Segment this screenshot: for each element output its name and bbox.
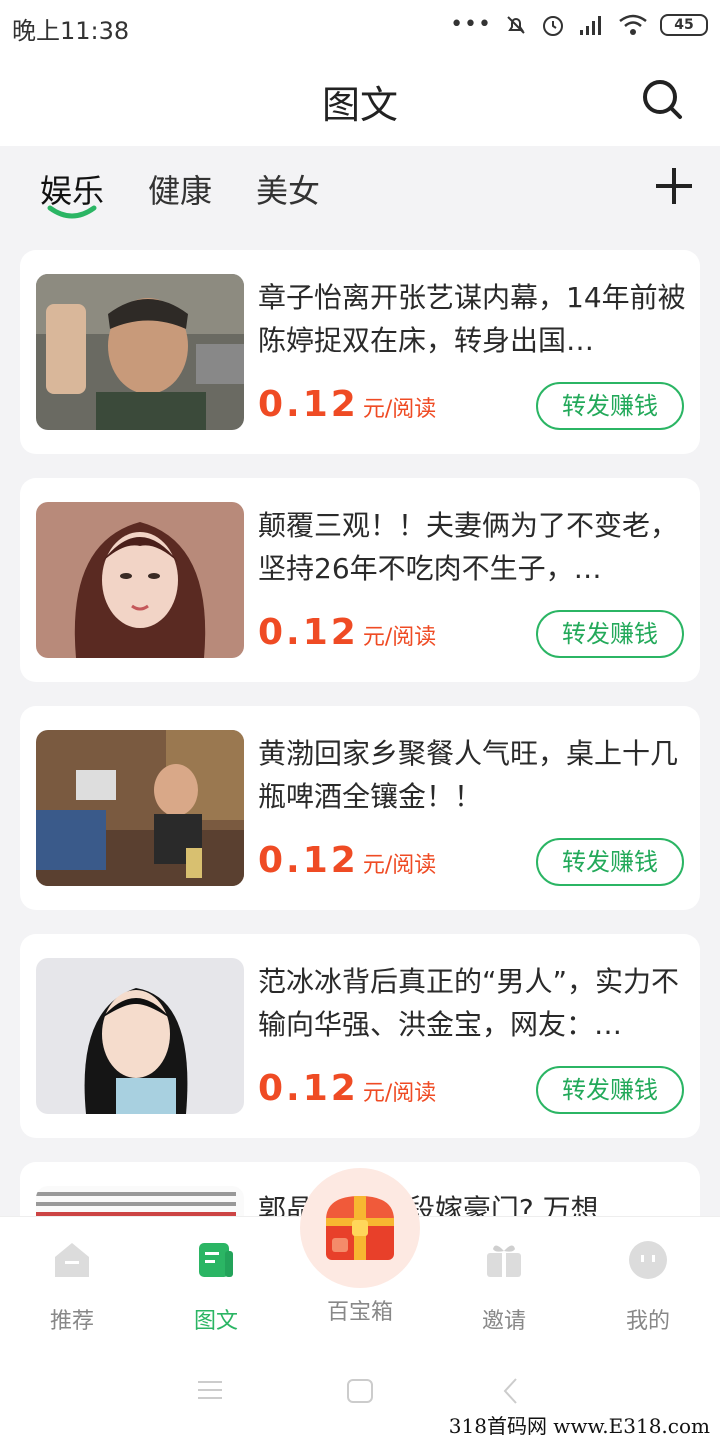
- price-value: 0.12: [258, 1068, 359, 1109]
- nav-recommend[interactable]: 推荐: [12, 1239, 132, 1335]
- nav-label: 推荐: [49, 1309, 94, 1334]
- article-title: 章子怡离开张艺谋内幕，14年前被陈婷捉双在床，转身出国…: [258, 281, 686, 357]
- article-card[interactable]: 颠覆三观！！夫妻俩为了不变老，坚持26年不吃肉不生子，… 0.12 元/阅读 转发…: [20, 478, 700, 682]
- battery-icon: 45: [660, 14, 708, 36]
- nav-label: 我的: [625, 1309, 670, 1334]
- category-tabs: 娱乐 健康 美女: [0, 146, 720, 230]
- signal-icon: [580, 16, 601, 35]
- price-value: 0.12: [258, 840, 359, 881]
- price: 0.12 元/阅读: [258, 612, 436, 653]
- price-value: 0.12: [258, 612, 359, 653]
- profile-icon: [629, 1241, 667, 1279]
- share-earn-button[interactable]: 转发赚钱: [536, 838, 684, 886]
- active-tab-indicator: [47, 205, 97, 219]
- price: 0.12 元/阅读: [258, 384, 436, 425]
- alarm-icon: [543, 16, 563, 36]
- article-thumbnail: [36, 502, 244, 658]
- wifi-icon: [619, 14, 647, 35]
- home-icon: [55, 1243, 89, 1277]
- tab-health[interactable]: 健康: [148, 166, 212, 212]
- price-unit: 元/阅读: [362, 853, 437, 878]
- price-unit: 元/阅读: [362, 625, 437, 650]
- status-bar: 晚上11:38 ••• 45: [0, 0, 720, 52]
- gift-icon: [487, 1245, 521, 1277]
- nav-label: 邀请: [481, 1309, 526, 1334]
- nav-invite[interactable]: 邀请: [444, 1239, 564, 1335]
- price: 0.12 元/阅读: [258, 1068, 436, 1109]
- article-thumbnail: [36, 958, 244, 1114]
- status-time: 晚上11:38: [12, 17, 130, 45]
- article-thumbnail: [36, 274, 244, 430]
- article-card[interactable]: 黄渤回家乡聚餐人气旺，桌上十几瓶啤酒全镶金！！ 0.12 元/阅读 转发赚钱: [20, 706, 700, 910]
- nav-articles[interactable]: 图文: [156, 1239, 276, 1335]
- share-earn-button[interactable]: 转发赚钱: [536, 382, 684, 430]
- plus-icon[interactable]: [652, 164, 696, 208]
- article-thumbnail: [36, 730, 244, 886]
- header: 图文: [0, 52, 720, 146]
- price-value: 0.12: [258, 384, 359, 425]
- nav-label: 图文: [193, 1309, 238, 1334]
- price: 0.12 元/阅读: [258, 840, 436, 881]
- back-icon[interactable]: [500, 1376, 522, 1406]
- menu-icon[interactable]: [196, 1378, 224, 1402]
- article-title: 颠覆三观！！夫妻俩为了不变老，坚持26年不吃肉不生子，…: [258, 509, 679, 585]
- watermark: 318首码网 www.E318.com: [444, 1410, 714, 1439]
- treasure-chest-icon[interactable]: [318, 1190, 402, 1266]
- search-icon[interactable]: [640, 77, 686, 123]
- nav-profile[interactable]: 我的: [588, 1239, 708, 1335]
- article-card[interactable]: 章子怡离开张艺谋内幕，14年前被陈婷捉双在床，转身出国… 0.12 元/阅读 转发…: [20, 250, 700, 454]
- article-title: 范冰冰背后真正的“男人”，实力不输向华强、洪金宝，网友：…: [258, 965, 680, 1041]
- home-square-icon[interactable]: [346, 1378, 374, 1404]
- tab-beauty[interactable]: 美女: [256, 166, 320, 212]
- mute-bell-icon: [507, 16, 525, 34]
- price-unit: 元/阅读: [362, 397, 437, 422]
- page-title: 图文: [321, 83, 398, 127]
- status-icons: ••• 45: [450, 12, 708, 38]
- price-unit: 元/阅读: [362, 1081, 437, 1106]
- share-earn-button[interactable]: 转发赚钱: [536, 610, 684, 658]
- article-card[interactable]: 范冰冰背后真正的“男人”，实力不输向华强、洪金宝，网友：… 0.12 元/阅读 转…: [20, 934, 700, 1138]
- article-title: 黄渤回家乡聚餐人气旺，桌上十几瓶啤酒全镶金！！: [258, 737, 679, 813]
- article-icon: [199, 1243, 233, 1277]
- more-dots-icon: •••: [450, 12, 492, 37]
- share-earn-button[interactable]: 转发赚钱: [536, 1066, 684, 1114]
- nav-label-treasure[interactable]: 百宝箱: [300, 1294, 420, 1326]
